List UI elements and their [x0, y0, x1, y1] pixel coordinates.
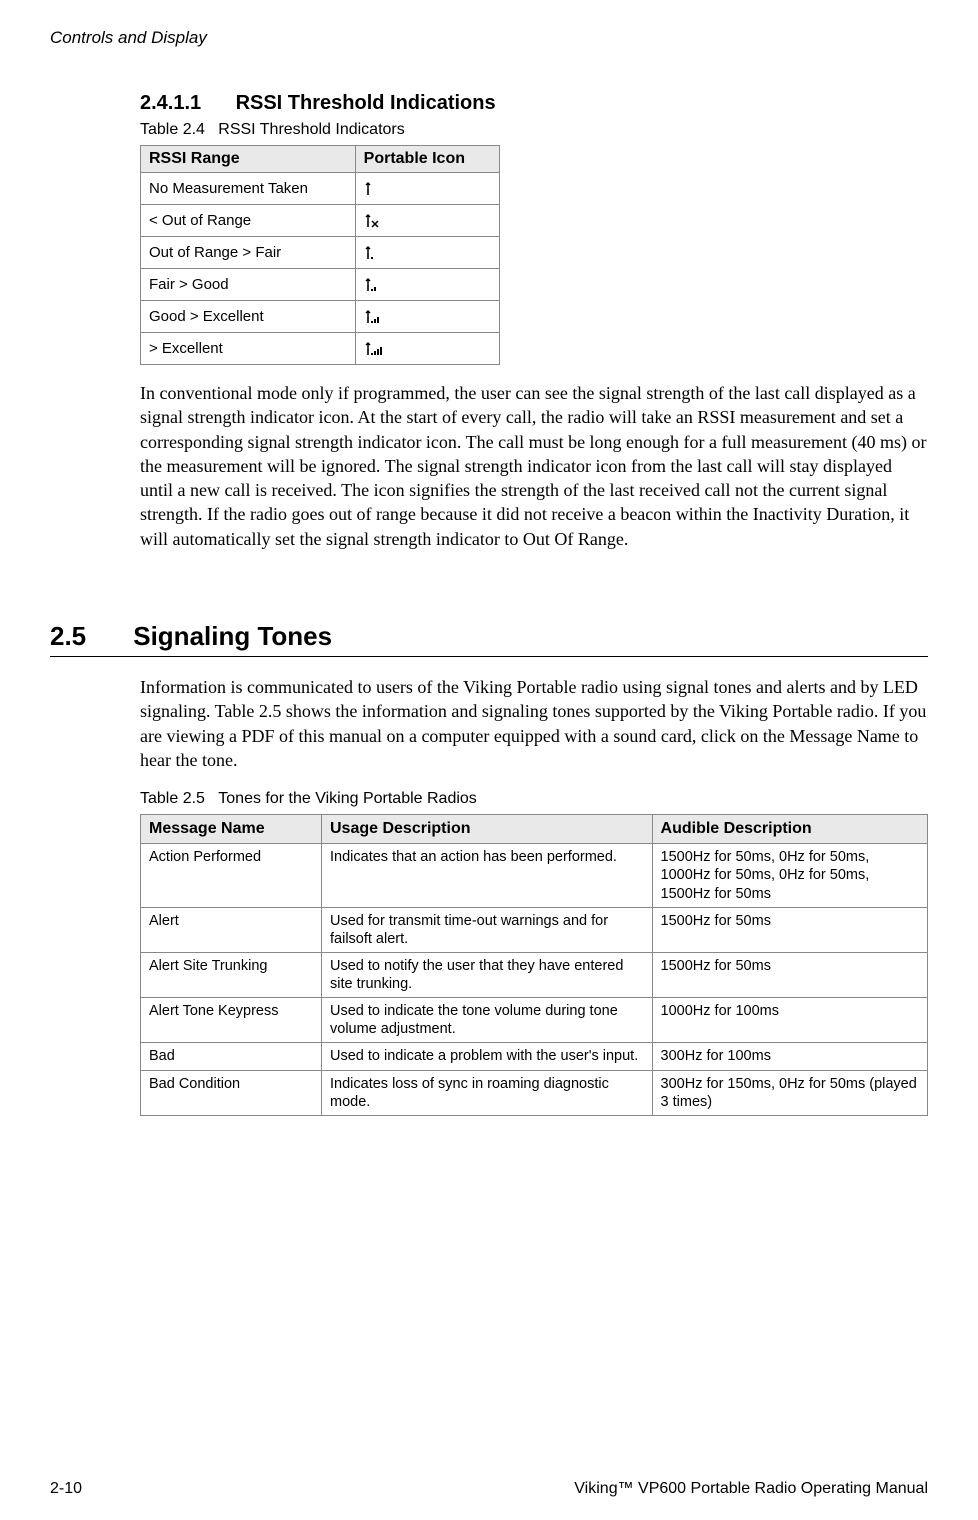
- table-row: No Measurement Taken: [141, 173, 500, 205]
- tone-usage-cell: Used to notify the user that they have e…: [322, 952, 653, 997]
- page-header: Controls and Display: [50, 28, 928, 48]
- table-row: Alert Site Trunking Used to notify the u…: [141, 952, 928, 997]
- tone-audible-cell: 300Hz for 100ms: [652, 1043, 927, 1070]
- table-caption-text: RSSI Threshold Indicators: [218, 121, 404, 138]
- subsection-heading: 2.4.1.1 RSSI Threshold Indications: [140, 92, 928, 115]
- page-footer: 2-10 Viking™ VP600 Portable Radio Operat…: [50, 1480, 928, 1498]
- tone-audible-cell: 1500Hz for 50ms: [652, 907, 927, 952]
- tone-usage-cell: Used to indicate the tone volume during …: [322, 998, 653, 1043]
- tone-message-link[interactable]: Action Performed: [141, 844, 322, 907]
- tone-message-link[interactable]: Bad: [141, 1043, 322, 1070]
- subsection-paragraph: In conventional mode only if programmed,…: [140, 381, 928, 551]
- signal-out-of-range-icon: [355, 205, 499, 237]
- tone-message-link[interactable]: Alert Site Trunking: [141, 952, 322, 997]
- signal-excellent-icon: [355, 301, 499, 333]
- rssi-col-icon: Portable Icon: [355, 146, 499, 173]
- subsection-number: 2.4.1.1: [140, 92, 230, 115]
- table-2-5-caption: Table 2.5 Tones for the Viking Portable …: [140, 790, 928, 808]
- tone-usage-cell: Used to indicate a problem with the user…: [322, 1043, 653, 1070]
- table-caption-label: Table 2.5: [140, 790, 205, 807]
- rssi-range-cell: No Measurement Taken: [141, 173, 356, 205]
- tone-message-link[interactable]: Alert: [141, 907, 322, 952]
- tones-col-message: Message Name: [141, 815, 322, 844]
- tone-message-link[interactable]: Bad Condition: [141, 1070, 322, 1115]
- tones-table: Message Name Usage Description Audible D…: [140, 814, 928, 1116]
- table-row: Alert Tone Keypress Used to indicate the…: [141, 998, 928, 1043]
- table-row: Bad Condition Indicates loss of sync in …: [141, 1070, 928, 1115]
- table-row: < Out of Range: [141, 205, 500, 237]
- tones-col-usage: Usage Description: [322, 815, 653, 844]
- subsection-title: RSSI Threshold Indications: [236, 92, 496, 114]
- tone-usage-cell: Indicates loss of sync in roaming diagno…: [322, 1070, 653, 1115]
- signal-fair-icon: [355, 237, 499, 269]
- tone-message-link[interactable]: Alert Tone Keypress: [141, 998, 322, 1043]
- rssi-range-cell: Fair > Good: [141, 269, 356, 301]
- signal-good-icon: [355, 269, 499, 301]
- tone-audible-cell: 1500Hz for 50ms, 0Hz for 50ms, 1000Hz fo…: [652, 844, 927, 907]
- table-row: Out of Range > Fair: [141, 237, 500, 269]
- table-caption-text: Tones for the Viking Portable Radios: [218, 790, 477, 807]
- tone-usage-cell: Used for transmit time-out warnings and …: [322, 907, 653, 952]
- section-title: Signaling Tones: [133, 621, 332, 651]
- tone-audible-cell: 1000Hz for 100ms: [652, 998, 927, 1043]
- section-2-5-paragraph: Information is communicated to users of …: [140, 675, 928, 772]
- tones-col-audible: Audible Description: [652, 815, 927, 844]
- table-row: Fair > Good: [141, 269, 500, 301]
- tone-usage-cell: Indicates that an action has been perfor…: [322, 844, 653, 907]
- rssi-range-cell: Out of Range > Fair: [141, 237, 356, 269]
- section-2-5-heading: 2.5 Signaling Tones: [50, 621, 928, 652]
- table-2-4-caption: Table 2.4 RSSI Threshold Indicators: [140, 121, 928, 139]
- table-row: > Excellent: [141, 333, 500, 365]
- rssi-range-cell: < Out of Range: [141, 205, 356, 237]
- table-row: Alert Used for transmit time-out warning…: [141, 907, 928, 952]
- tone-audible-cell: 300Hz for 150ms, 0Hz for 50ms (played 3 …: [652, 1070, 927, 1115]
- book-title: Viking™ VP600 Portable Radio Operating M…: [574, 1480, 928, 1498]
- signal-none-icon: [355, 173, 499, 205]
- page-number: 2-10: [50, 1480, 82, 1498]
- tone-audible-cell: 1500Hz for 50ms: [652, 952, 927, 997]
- rssi-col-range: RSSI Range: [141, 146, 356, 173]
- table-row: Bad Used to indicate a problem with the …: [141, 1043, 928, 1070]
- table-row: Good > Excellent: [141, 301, 500, 333]
- table-row: Action Performed Indicates that an actio…: [141, 844, 928, 907]
- rssi-range-cell: > Excellent: [141, 333, 356, 365]
- section-number: 2.5: [50, 621, 126, 652]
- section-rule: [50, 656, 928, 657]
- rssi-range-cell: Good > Excellent: [141, 301, 356, 333]
- table-caption-label: Table 2.4: [140, 121, 205, 138]
- signal-max-icon: [355, 333, 499, 365]
- rssi-table: RSSI Range Portable Icon No Measurement …: [140, 145, 500, 365]
